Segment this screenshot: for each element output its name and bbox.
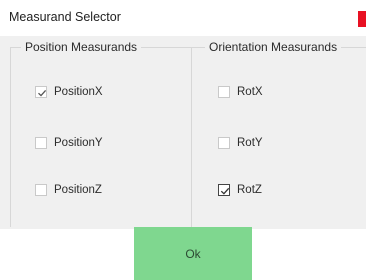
window-title: Measurand Selector bbox=[9, 10, 121, 24]
position-group-title: Position Measurands bbox=[21, 40, 142, 54]
checkbox-row-roty[interactable]: RotY bbox=[218, 135, 263, 151]
positionz-label: PositionZ bbox=[54, 184, 102, 196]
close-button[interactable] bbox=[358, 11, 366, 27]
checkbox-row-positiony[interactable]: PositionY bbox=[35, 135, 103, 151]
measurand-selector-window: Measurand Selector Position Measurands P… bbox=[0, 0, 366, 280]
checkbox-row-positionx[interactable]: PositionX bbox=[35, 84, 103, 100]
ok-button[interactable]: Ok bbox=[134, 227, 252, 280]
positionx-checkbox[interactable] bbox=[35, 86, 47, 98]
check-icon bbox=[220, 187, 230, 195]
check-icon bbox=[38, 89, 47, 97]
checkbox-row-rotx[interactable]: RotX bbox=[218, 84, 263, 100]
rotx-label: RotX bbox=[237, 86, 263, 98]
orientation-group-title: Orientation Measurands bbox=[205, 40, 342, 54]
rotz-label: RotZ bbox=[237, 184, 262, 196]
roty-checkbox[interactable] bbox=[218, 137, 230, 149]
title-bar: Measurand Selector bbox=[0, 0, 366, 36]
checkbox-row-positionz[interactable]: PositionZ bbox=[35, 182, 102, 198]
roty-label: RotY bbox=[237, 137, 263, 149]
positionz-checkbox[interactable] bbox=[35, 184, 47, 196]
positiony-checkbox[interactable] bbox=[35, 137, 47, 149]
positiony-label: PositionY bbox=[54, 137, 103, 149]
checkbox-row-rotz[interactable]: RotZ bbox=[218, 182, 262, 198]
positionx-label: PositionX bbox=[54, 86, 103, 98]
rotz-checkbox[interactable] bbox=[218, 184, 230, 196]
rotx-checkbox[interactable] bbox=[218, 86, 230, 98]
